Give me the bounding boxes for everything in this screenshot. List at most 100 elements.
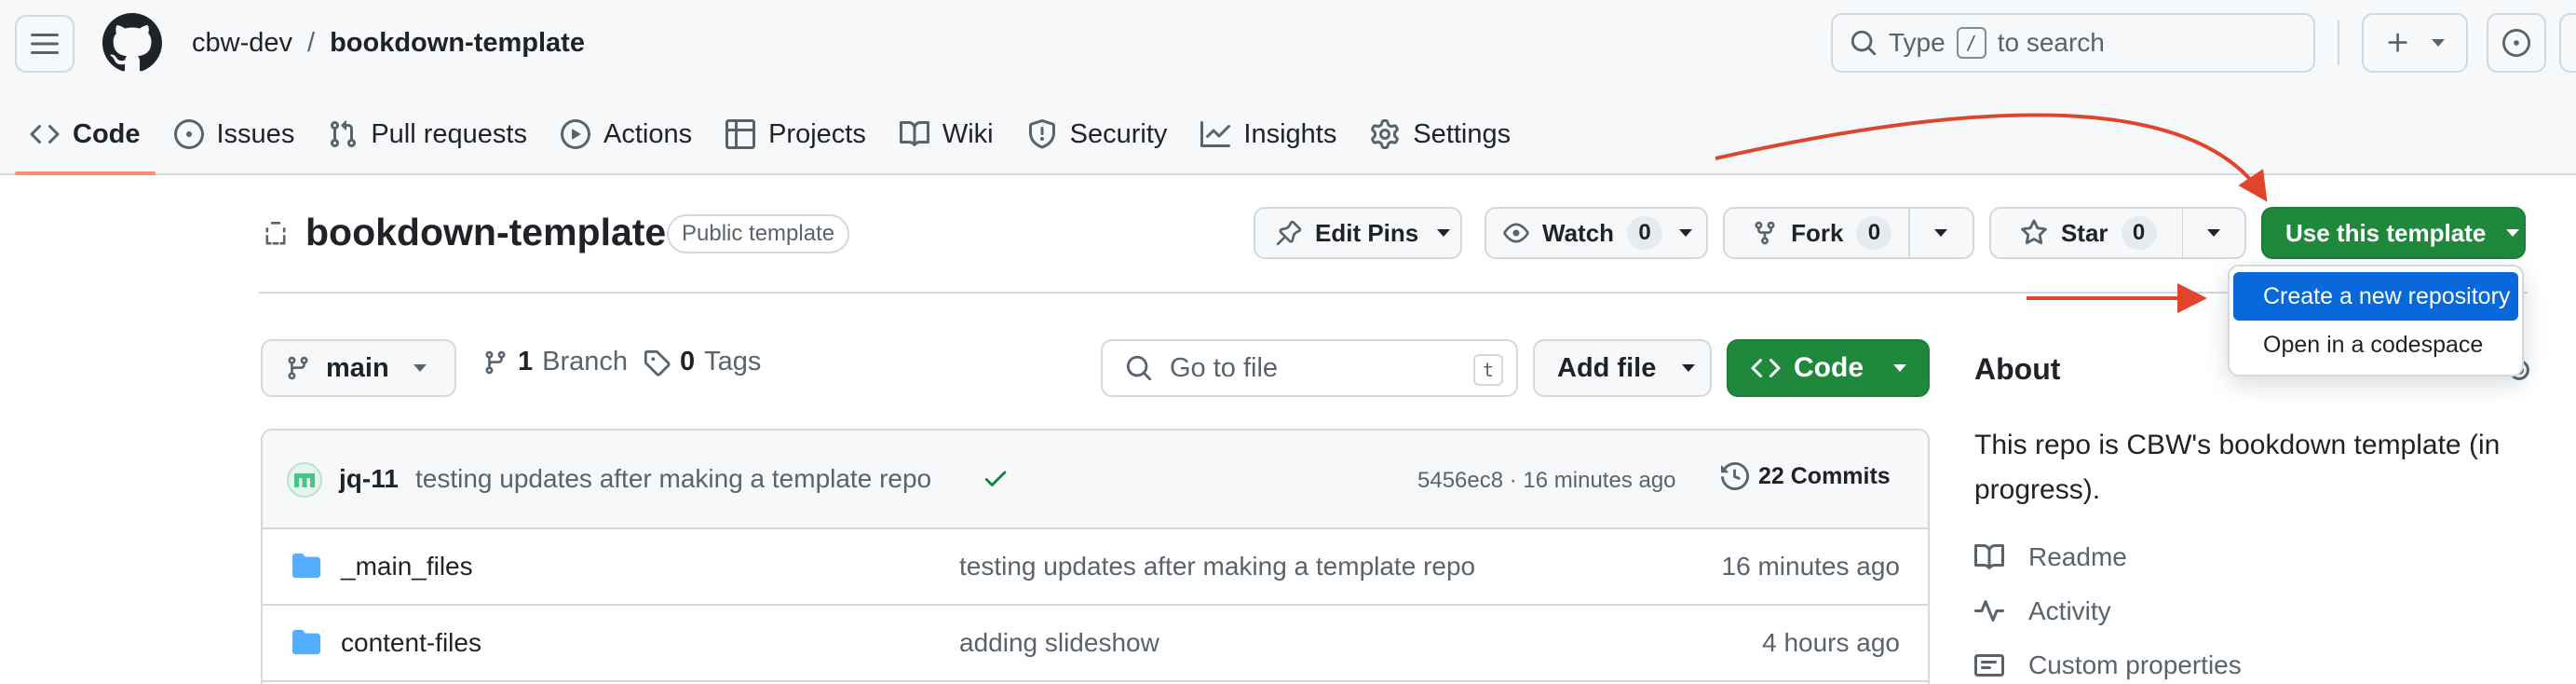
- edit-pins-label: Edit Pins: [1315, 218, 1419, 247]
- tab-security[interactable]: Security: [1010, 104, 1185, 164]
- tab-settings[interactable]: Settings: [1353, 104, 1527, 164]
- branch-name: main: [326, 352, 389, 383]
- history-icon: [1721, 462, 1749, 490]
- tab-projects[interactable]: Projects: [709, 104, 883, 164]
- tab-pull-requests[interactable]: Pull requests: [311, 104, 544, 164]
- create-new-button[interactable]: [2362, 13, 2468, 73]
- add-file-label: Add file: [1557, 352, 1657, 383]
- header-divider: [259, 292, 2528, 294]
- graph-icon: [1200, 121, 1231, 147]
- plus-icon: [2388, 33, 2407, 52]
- fork-button[interactable]: Fork 0: [1725, 209, 1908, 257]
- chevron-down-icon: [413, 364, 427, 372]
- tab-insights[interactable]: Insights: [1184, 104, 1353, 164]
- tab-label: Issues: [216, 118, 295, 149]
- tab-label: Code: [73, 118, 141, 149]
- code-label: Code: [1794, 352, 1864, 383]
- search-suffix-text: to search: [1997, 28, 2105, 57]
- commit-message-link[interactable]: testing updates after making a template …: [415, 464, 931, 494]
- chevron-down-icon: [1679, 229, 1693, 237]
- book-icon: [899, 120, 929, 146]
- table-row: content-files adding slideshow 4 hours a…: [263, 606, 1928, 682]
- avatar[interactable]: [287, 462, 322, 498]
- repo-template-icon: [265, 222, 286, 245]
- tab-label: Pull requests: [371, 118, 527, 149]
- tab-label: Insights: [1243, 118, 1337, 149]
- commit-author-link[interactable]: jq-11: [339, 464, 399, 494]
- use-template-menu: Create a new repository Open in a codesp…: [2228, 265, 2524, 376]
- code-icon: [30, 124, 60, 144]
- search-prefix-text: Type: [1889, 28, 1946, 57]
- add-file-button[interactable]: Add file: [1533, 339, 1712, 397]
- pull-request-icon: [331, 120, 357, 148]
- about-link-label: Custom properties: [2028, 650, 2242, 679]
- code-button[interactable]: Code: [1727, 339, 1930, 397]
- gear-icon: [1371, 119, 1400, 149]
- file-commit-message-link[interactable]: testing updates after making a template …: [959, 552, 1475, 581]
- breadcrumb-owner-link[interactable]: cbw-dev: [192, 26, 292, 60]
- breadcrumb: cbw-dev / bookdown-template: [192, 26, 585, 60]
- latest-commit-row: jq-11 testing updates after making a tem…: [263, 431, 1928, 529]
- check-icon[interactable]: [982, 464, 1010, 492]
- star-icon: [2021, 219, 2047, 245]
- about-custom-properties-link[interactable]: Custom properties: [1974, 650, 2242, 680]
- watch-button[interactable]: Watch 0: [1485, 207, 1708, 259]
- visibility-badge: Public template: [667, 214, 850, 253]
- repo-description: This repo is CBW's bookdown template (in…: [1974, 430, 2501, 505]
- tab-code[interactable]: Code: [13, 104, 157, 175]
- file-table: jq-11 testing updates after making a tem…: [261, 429, 1930, 684]
- menu-item-open-in-codespace[interactable]: Open in a codespace: [2233, 321, 2518, 369]
- tag-count: 0: [680, 347, 696, 376]
- commits-history-link[interactable]: 22 Commits: [1721, 462, 1891, 490]
- branches-link[interactable]: 1 Branch: [482, 347, 628, 377]
- your-issues-button[interactable]: [2487, 13, 2546, 73]
- code-icon: [1751, 358, 1781, 378]
- issue-icon: [173, 119, 204, 149]
- about-readme-link[interactable]: Readme: [1974, 542, 2127, 572]
- edit-pins-button[interactable]: Edit Pins: [1254, 207, 1462, 259]
- star-button[interactable]: Star 0: [1991, 209, 2182, 257]
- note-icon: [1974, 654, 2004, 677]
- tab-actions[interactable]: Actions: [544, 104, 709, 164]
- file-name-link[interactable]: content-files: [341, 628, 481, 658]
- repo-tabs: Code Issues Pull requests Actions Projec…: [13, 104, 1527, 175]
- use-this-template-button[interactable]: Use this template: [2261, 207, 2526, 259]
- header-divider: [2338, 21, 2339, 65]
- tab-issues[interactable]: Issues: [157, 104, 312, 164]
- shield-icon: [1028, 119, 1055, 149]
- search-icon: [1126, 355, 1152, 381]
- file-commit-time: 16 minutes ago: [1721, 552, 1900, 581]
- hamburger-icon: [31, 34, 59, 54]
- fork-dropdown-button[interactable]: [1910, 209, 1973, 257]
- pull-requests-button[interactable]: [2559, 13, 2576, 73]
- watch-count: 0: [1627, 216, 1663, 250]
- file-commit-time: 4 hours ago: [1762, 628, 1900, 657]
- global-header: cbw-dev / bookdown-template Type / to se…: [0, 0, 2576, 175]
- tab-wiki[interactable]: Wiki: [883, 104, 1010, 164]
- pulse-icon: [1974, 600, 2004, 622]
- repo-title[interactable]: bookdown-template: [305, 211, 666, 254]
- commit-sha-time[interactable]: 5456ec8 · 16 minutes ago: [1417, 468, 1676, 494]
- branch-selector[interactable]: main: [261, 339, 456, 397]
- branch-icon: [288, 356, 308, 380]
- github-logo-icon[interactable]: [102, 13, 162, 73]
- pin-icon: [1276, 220, 1302, 246]
- folder-icon: [292, 629, 320, 655]
- breadcrumb-repo-link[interactable]: bookdown-template: [330, 26, 585, 60]
- about-link-label: Readme: [2028, 542, 2127, 571]
- fork-icon: [1755, 221, 1775, 245]
- file-name-link[interactable]: _main_files: [341, 552, 473, 581]
- go-to-file-input[interactable]: Go to file t: [1101, 339, 1518, 397]
- search-icon: [1851, 30, 1877, 56]
- star-label: Star: [2060, 218, 2108, 247]
- tab-label: Settings: [1413, 118, 1512, 149]
- file-commit-message-link[interactable]: adding slideshow: [959, 628, 1159, 658]
- tab-label: Security: [1069, 118, 1168, 149]
- global-search-input[interactable]: Type / to search: [1831, 13, 2315, 73]
- tags-link[interactable]: 0 Tags: [643, 347, 761, 377]
- star-list-dropdown-button[interactable]: [2183, 209, 2244, 257]
- menu-button[interactable]: [15, 15, 75, 73]
- play-icon: [560, 119, 590, 149]
- about-activity-link[interactable]: Activity: [1974, 596, 2111, 626]
- menu-item-create-new-repository[interactable]: Create a new repository: [2233, 272, 2518, 321]
